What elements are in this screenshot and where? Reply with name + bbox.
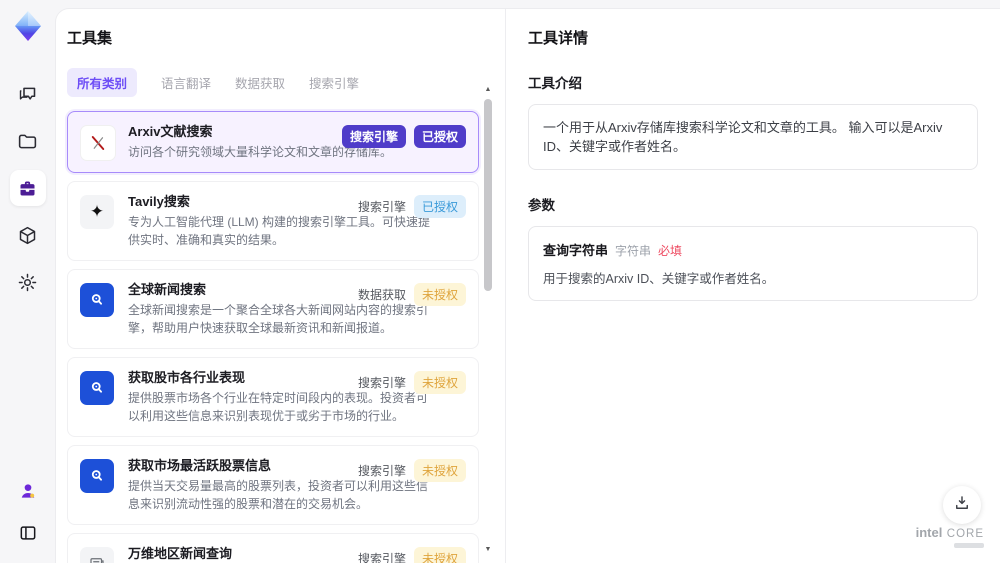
- intro-section-title: 工具介绍: [528, 76, 582, 91]
- tool-badges: 搜索引擎 未授权: [358, 547, 466, 563]
- left-rail: [0, 0, 55, 563]
- intel-sub-mark: [954, 543, 984, 548]
- cube-icon: [17, 225, 38, 246]
- tool-badges: 搜索引擎 已授权: [358, 195, 466, 218]
- params-section-title: 参数: [528, 198, 555, 213]
- avatar-icon: [18, 481, 38, 501]
- tool-row-1[interactable]: ✦ Tavily搜索 专为人工智能代理 (LLM) 构建的搜索引擎工具。可快速提…: [67, 181, 479, 261]
- chat-icon: [17, 84, 38, 105]
- tab-0[interactable]: 所有类别: [67, 68, 138, 97]
- arxiv-icon: [80, 125, 116, 161]
- tab-1[interactable]: 语言翻译: [161, 68, 211, 97]
- tavily-icon: ✦: [80, 195, 114, 229]
- tool-description: 提供当天交易量最高的股票列表，投资者可以利用这些信息来识别流动性强的股票和潜在的…: [128, 479, 429, 511]
- core-brand-text: CORE: [946, 528, 984, 540]
- nav-cube[interactable]: [10, 217, 46, 253]
- category-label: 搜索引擎: [357, 552, 406, 563]
- scrollbar-track[interactable]: [484, 95, 492, 545]
- scroll-down-icon[interactable]: ▼: [485, 545, 492, 555]
- tool-badges: 搜索引擎 未授权: [358, 371, 466, 394]
- scrollbar-thumb[interactable]: [484, 99, 492, 291]
- status-badge: 已授权: [413, 125, 466, 148]
- tool-list-pane: 工具集 所有类别 语言翻译 数据获取 搜索引擎 Arxiv文献搜索 访问各个研究领域大…: [56, 9, 505, 563]
- category-tabs: 所有类别 语言翻译 数据获取 搜索引擎: [67, 68, 479, 97]
- param-head: 查询字符串 字符串 必填: [543, 240, 963, 259]
- tool-description: 专为人工智能代理 (LLM) 构建的搜索引擎工具。可快速提供实时、准确和真实的结…: [128, 215, 431, 247]
- param-type: 字符串: [615, 244, 652, 258]
- tab-3[interactable]: 搜索引擎: [309, 68, 359, 97]
- nav-folder[interactable]: [10, 123, 46, 159]
- category-label: 数据获取: [357, 288, 406, 302]
- toolbox-icon: [17, 178, 38, 199]
- tool-description: 全球新闻搜索是一个聚合全球各大新闻网站内容的搜索引擎，帮助用户快速获取全球最新资…: [128, 303, 429, 335]
- params-list: 查询字符串 字符串 必填 用于搜索的Arxiv ID、关键字或作者姓名。: [528, 226, 978, 301]
- page-title: 工具集: [67, 30, 113, 47]
- folder-icon: [17, 131, 38, 152]
- search-tool-icon: [80, 459, 114, 493]
- tool-row-3[interactable]: 获取股市各行业表现 提供股票市场各个行业在特定时间段内的表现。投资者可以利用这些…: [67, 357, 479, 437]
- tab-2[interactable]: 数据获取: [235, 68, 285, 97]
- category-badge: 搜索引擎: [341, 125, 406, 148]
- param-required-badge: 必填: [658, 244, 683, 258]
- tool-intro-text: 一个用于从Arxiv存储库搜索科学论文和文章的工具。 输入可以是Arxiv ID…: [528, 104, 978, 170]
- nav-chat[interactable]: [10, 76, 46, 112]
- app-logo[interactable]: [10, 8, 46, 44]
- status-badge: 未授权: [413, 547, 466, 563]
- param-name: 查询字符串: [543, 243, 609, 258]
- intel-brand-text: intel: [915, 525, 943, 540]
- list-scrollbar[interactable]: ▲ ▼: [483, 85, 493, 555]
- scroll-up-icon[interactable]: ▲: [485, 85, 492, 95]
- param-item-0: 查询字符串 字符串 必填 用于搜索的Arxiv ID、关键字或作者姓名。: [528, 226, 978, 301]
- status-badge: 已授权: [413, 195, 466, 218]
- nav-toolbox[interactable]: [9, 170, 46, 206]
- download-button[interactable]: [943, 486, 981, 524]
- tool-badges: 搜索引擎 未授权: [358, 459, 466, 482]
- param-description: 用于搜索的Arxiv ID、关键字或作者姓名。: [543, 272, 775, 286]
- tool-row-5[interactable]: 万维地区新闻查询 查询具体行政区划内的新闻，快速了解各地新闻动 搜索引擎 未授权: [67, 533, 479, 563]
- panel-toggle[interactable]: [10, 515, 46, 551]
- status-badge: 未授权: [413, 371, 466, 394]
- search-tool-icon: [80, 283, 114, 317]
- nav-settings[interactable]: [10, 264, 46, 300]
- gear-icon: [17, 272, 38, 293]
- tool-row-0[interactable]: Arxiv文献搜索 访问各个研究领域大量科学论文和文章的存储库。 搜索引擎 已授…: [67, 111, 479, 173]
- search-tool-icon: [80, 371, 114, 405]
- category-label: 搜索引擎: [357, 464, 406, 478]
- tool-row-4[interactable]: 获取市场最活跃股票信息 提供当天交易量最高的股票列表，投资者可以利用这些信息来识…: [67, 445, 479, 525]
- panel-toggle-icon: [18, 523, 38, 543]
- tool-detail-pane: 工具详情 工具介绍 一个用于从Arxiv存储库搜索科学论文和文章的工具。 输入可…: [505, 9, 1000, 563]
- detail-title: 工具详情: [528, 30, 589, 47]
- newspaper-icon: [80, 547, 114, 563]
- status-badge: 未授权: [413, 283, 466, 306]
- main-card: 工具集 所有类别 语言翻译 数据获取 搜索引擎 Arxiv文献搜索 访问各个研究领域大…: [55, 8, 1000, 563]
- tool-description: 提供股票市场各个行业在特定时间段内的表现。投资者可以利用这些信息来识别表现优于或…: [128, 391, 429, 423]
- category-label: 搜索引擎: [357, 376, 406, 390]
- tool-list: Arxiv文献搜索 访问各个研究领域大量科学论文和文章的存储库。 搜索引擎 已授…: [67, 111, 479, 563]
- intel-core-logo: intel CORE: [916, 526, 984, 548]
- tool-badges: 数据获取 未授权: [358, 283, 466, 306]
- download-icon: [953, 494, 971, 517]
- category-label: 搜索引擎: [357, 200, 406, 214]
- tool-badges: 搜索引擎 已授权: [341, 125, 466, 148]
- user-avatar[interactable]: [10, 473, 46, 509]
- status-badge: 未授权: [413, 459, 466, 482]
- tool-row-2[interactable]: 全球新闻搜索 全球新闻搜索是一个聚合全球各大新闻网站内容的搜索引擎，帮助用户快速…: [67, 269, 479, 349]
